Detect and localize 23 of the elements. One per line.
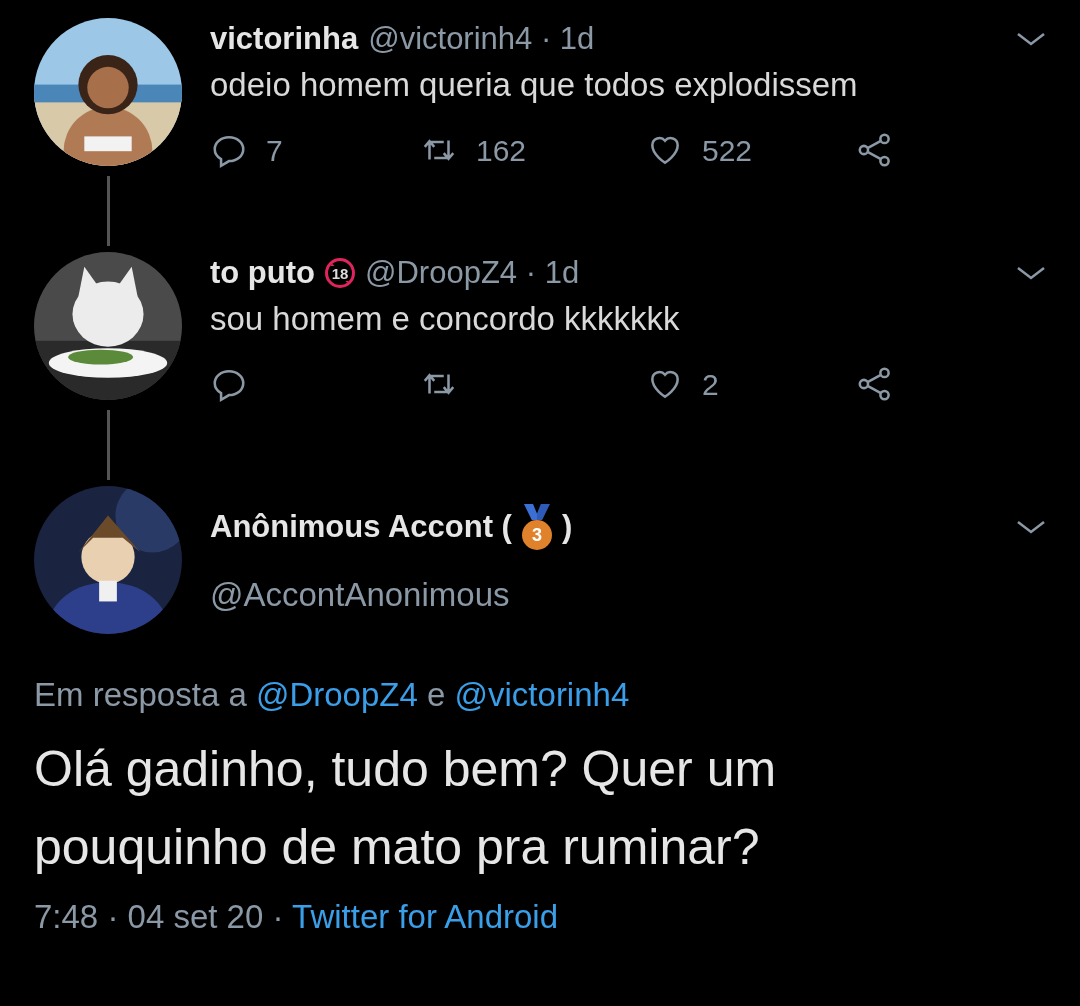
- user-handle: @victorinh4 · 1d: [368, 20, 595, 58]
- user-handle: @DroopZ4 · 1d: [365, 254, 580, 292]
- tweet-text: odeio homem queria que todos explodissem: [210, 65, 859, 105]
- user-name: ): [561, 508, 573, 546]
- user-handle: @AccontAnonimous: [210, 575, 511, 615]
- user-name: Anônimous Accont (: [210, 508, 512, 546]
- tweet-timestamp: 7:48 · 04 set 20 ·: [34, 897, 285, 935]
- mention-link[interactable]: @victorinh4: [454, 676, 630, 713]
- reply-button[interactable]: 7: [210, 127, 283, 173]
- source-link[interactable]: Twitter for Android: [292, 897, 558, 935]
- chevron-down-icon: [1016, 518, 1046, 536]
- tweet-text: sou homem e concordo kkkkkkk: [210, 299, 681, 339]
- chevron-down-icon: [1016, 30, 1046, 48]
- like-button[interactable]: 522: [646, 127, 753, 173]
- retweet-button[interactable]: 162: [420, 127, 527, 173]
- reply-to-text: Em resposta a @DroopZ4 e @victorinh4: [34, 675, 631, 715]
- mention-link[interactable]: @DroopZ4: [255, 676, 418, 713]
- user-name: to puto: [210, 254, 315, 292]
- chevron-down-icon: [1016, 264, 1046, 282]
- age-restriction-badge: 18: [325, 258, 355, 288]
- user-name: victorinha: [210, 20, 359, 58]
- tweet-text: Olá gadinho, tudo bem? Quer um pouquinho de mato pra ruminar?: [34, 739, 778, 877]
- like-button[interactable]: 2: [646, 361, 719, 407]
